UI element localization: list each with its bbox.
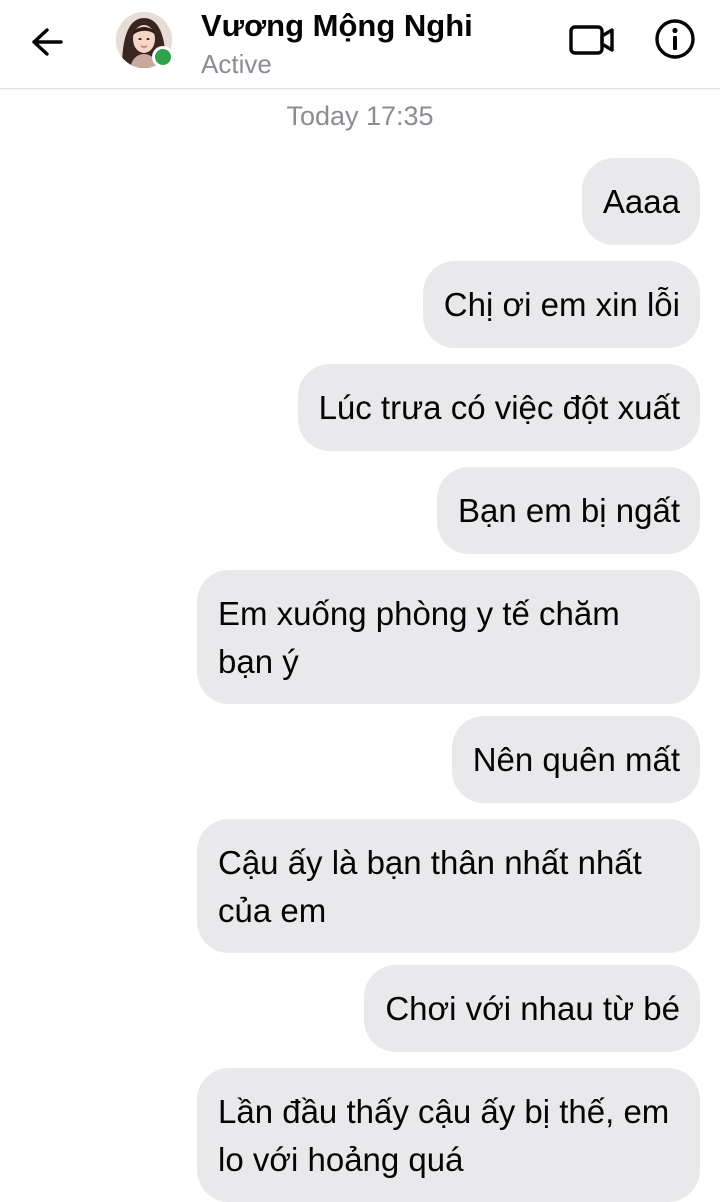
message-bubble[interactable]: Nên quên mất — [451, 716, 700, 803]
chat-header: Vương Mộng Nghi Active — [0, 0, 720, 89]
online-indicator — [152, 46, 174, 68]
info-button[interactable] — [652, 16, 698, 62]
video-call-button[interactable] — [566, 18, 618, 62]
contact-status: Active — [201, 49, 272, 79]
message-bubble[interactable]: Lần đầu thấy cậu ấy bị thế, em lo với ho… — [197, 1068, 700, 1202]
video-call-icon — [569, 25, 614, 55]
message-bubble[interactable]: Chị ơi em xin lỗi — [422, 261, 700, 348]
contact-avatar[interactable] — [116, 12, 174, 68]
message-bubble[interactable]: Cậu ấy là bạn thân nhất nhất của em — [197, 819, 700, 953]
contact-name[interactable]: Vương Mộng Nghi — [201, 8, 473, 44]
message-bubble[interactable]: Aaaa — [581, 158, 700, 245]
message-timestamp: Today 17:35 — [286, 101, 434, 131]
message-bubble[interactable]: Chơi với nhau từ bé — [364, 965, 700, 1052]
back-button[interactable] — [22, 22, 72, 62]
message-bubble[interactable]: Lúc trưa có việc đột xuất — [297, 364, 700, 451]
message-bubble[interactable]: Em xuống phòng y tế chăm bạn ý — [197, 570, 700, 704]
info-icon — [655, 19, 695, 59]
arrow-left-icon — [32, 28, 63, 56]
message-bubble[interactable]: Bạn em bị ngất — [437, 467, 700, 554]
